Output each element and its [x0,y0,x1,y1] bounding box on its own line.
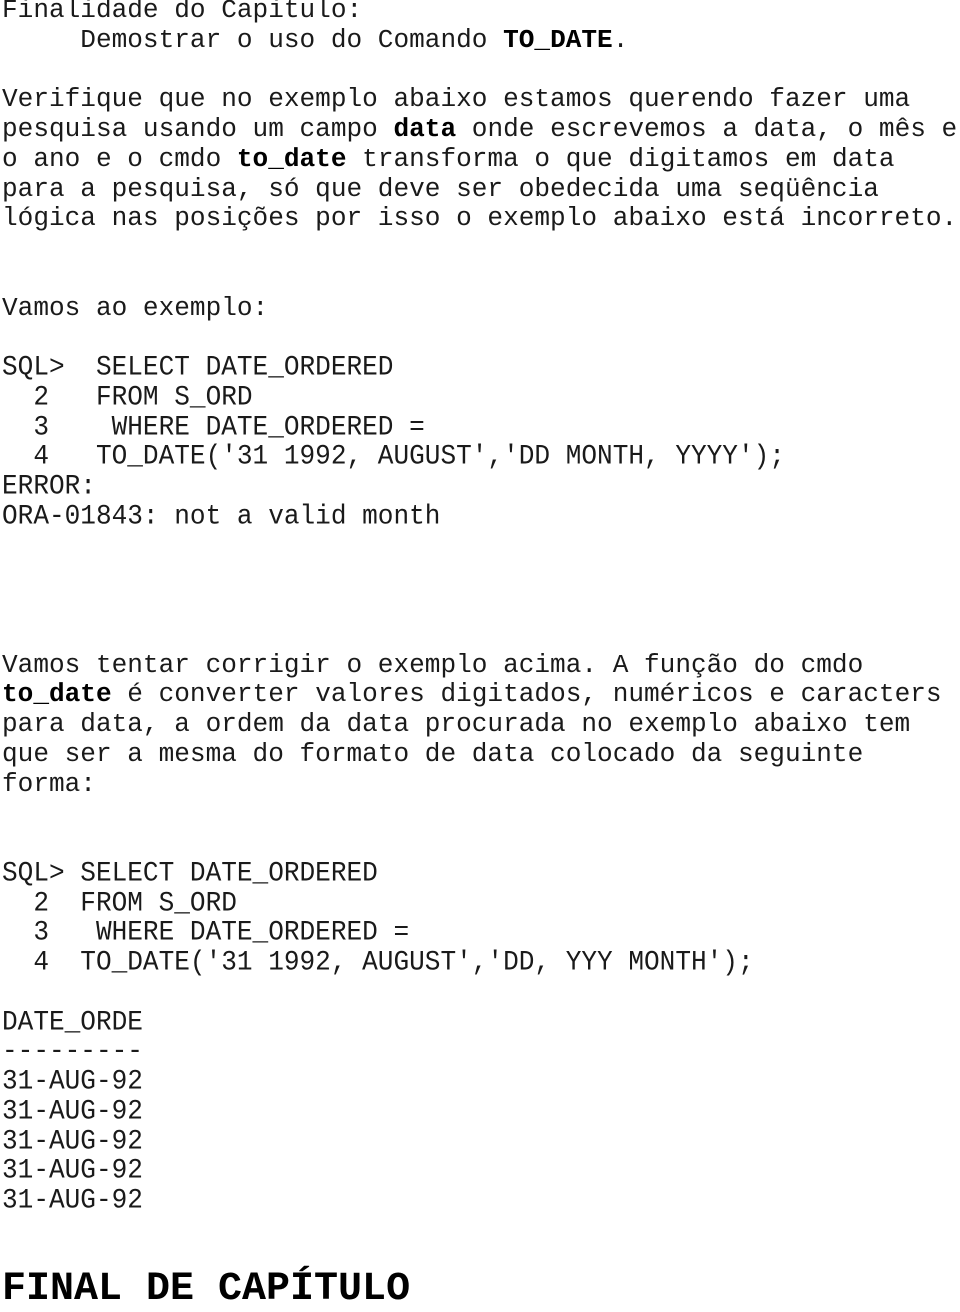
result-column-header: DATE_ORDE [2,1005,143,1038]
text: onde escrevemos a data, o mês e [456,114,958,144]
paragraph2-line: to_date é converter valores digitados, n… [2,679,960,710]
text: é converter valores digitados, numéricos… [111,679,942,710]
paragraph1-line: para a pesquisa, só que deve ser obedeci… [2,173,879,204]
sql-line: 3 WHERE DATE_ORDERED = [2,915,410,949]
sql-line: 2 FROM S_ORD [2,886,237,919]
paragraph1-line: pesquisa usando um campo data onde escre… [2,114,960,145]
chapter-purpose-heading: Finalidade do Capitulo: [2,0,363,25]
sql-line: 2 FROM S_ORD [2,380,253,413]
purpose-command-bold: TO_DATE [503,24,613,55]
paragraph1-line: lógica nas posições por isso o exemplo a… [2,203,958,234]
bold-term-data: data [393,114,457,144]
purpose-text: Demostrar o uso do Comando [2,24,504,55]
paragraph1-line: o ano e o cmdo to_date transforma o que … [2,143,960,175]
paragraph2-line: para data, a ordem da data procurada no … [2,709,911,739]
example1-sql-block: SQL> SELECT DATE_ORDERED 2 FROM S_ORD 3 … [2,350,960,532]
paragraph2-line: forma: [2,768,96,799]
purpose-suffix: . [612,24,629,55]
sql-line: 4 TO_DATE('31 1992, AUGUST','DD, YYY MON… [2,945,754,979]
error-label: ERROR: [2,469,96,503]
sql-line: SQL> SELECT DATE_ORDERED [2,856,378,889]
paragraph1-line: Verifique que no exemplo abaixo estamos … [2,84,911,115]
result-row: 31-AUG-92 [2,1064,143,1098]
sql-line: 3 WHERE DATE_ORDERED = [2,410,425,443]
sql-line: 4 TO_DATE('31 1992, AUGUST','DD MONTH, Y… [2,439,785,473]
result-row: 31-AUG-92 [2,1124,143,1157]
error-message: ORA-01843: not a valid month [2,499,441,532]
text: o ano e o cmdo [2,143,237,174]
result-table: DATE_ORDE --------- 31-AUG-92 31-AUG-92 … [2,1005,960,1217]
paragraph2-line: que ser a mesma do formato de data coloc… [2,738,864,769]
bold-term-to-date: to_date [236,143,347,174]
paragraph2-line: Vamos tentar corrigir o exemplo acima. A… [2,649,864,680]
result-separator: --------- [2,1034,143,1068]
sql-line: SQL> SELECT DATE_ORDERED [2,350,394,384]
result-row: 31-AUG-92 [2,1094,143,1127]
document-page: Finalidade do Capitulo: Demostrar o uso … [2,0,960,1216]
chapter-end-title: FINAL DE CAPÍTULO [2,1267,411,1312]
result-row: 31-AUG-92 [2,1183,143,1217]
text: transforma o que digitamos em data [346,143,895,174]
text: pesquisa usando um campo [2,114,394,144]
example1-label: Vamos ao exemplo: [2,292,269,323]
result-row: 31-AUG-92 [2,1153,143,1187]
chapter-purpose-line: Demostrar o uso do Comando TO_DATE. [2,24,960,56]
bold-term-to-date: to_date [2,679,112,710]
example2-sql-block: SQL> SELECT DATE_ORDERED 2 FROM S_ORD 3 … [2,856,960,979]
